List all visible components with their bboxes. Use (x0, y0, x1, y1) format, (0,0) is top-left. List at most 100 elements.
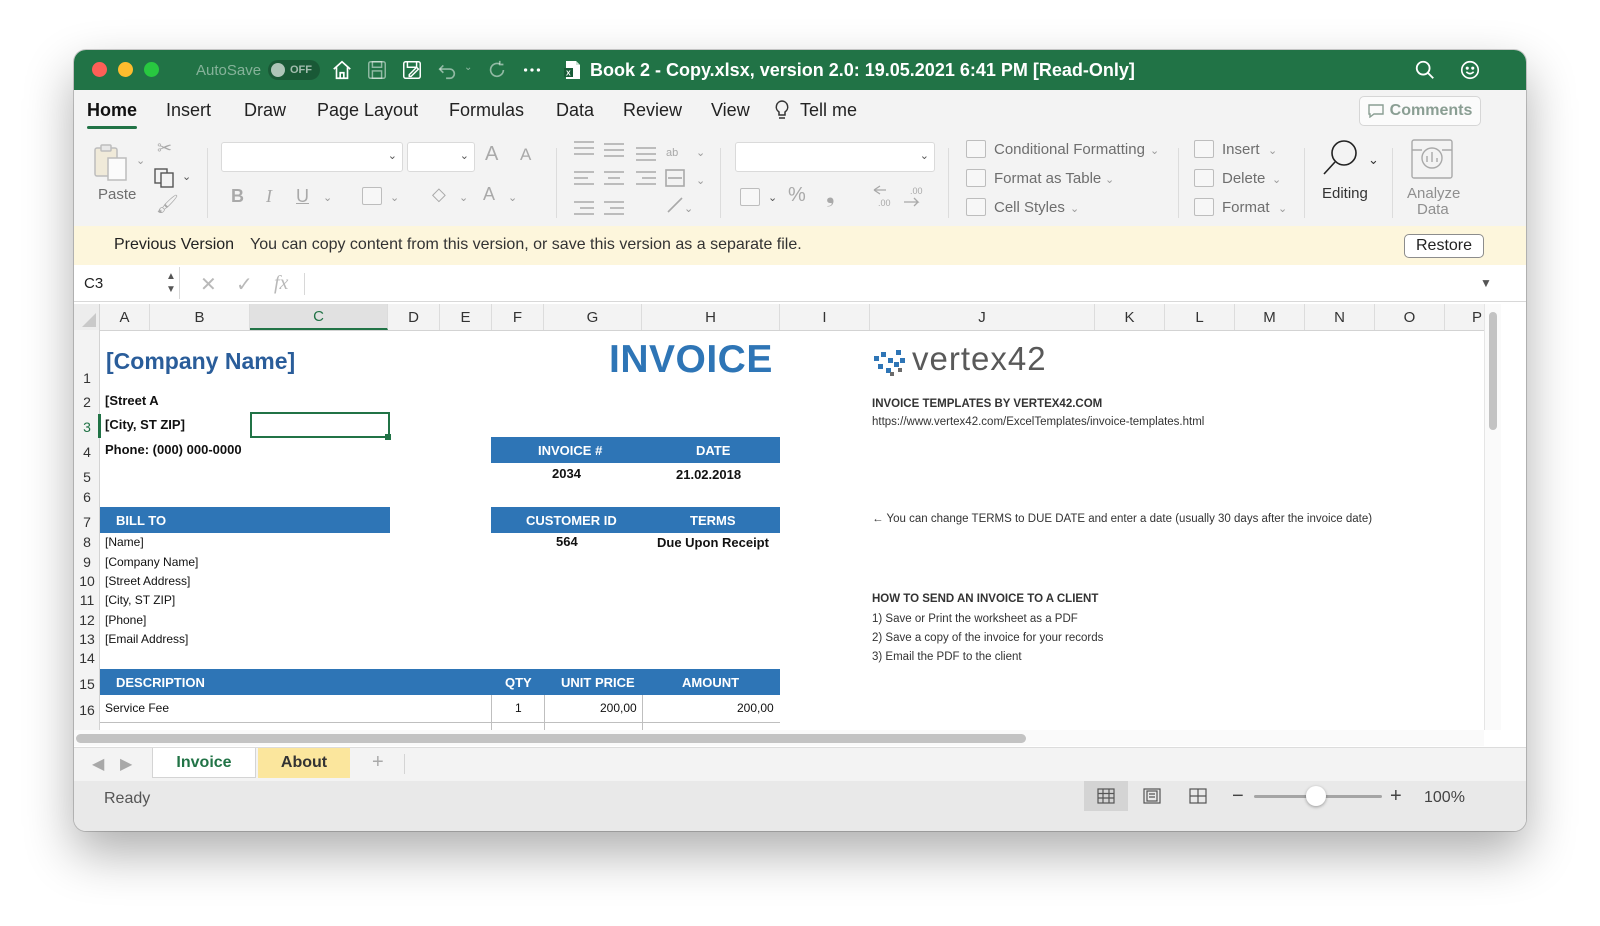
save-as-icon[interactable] (400, 58, 424, 82)
number-format-dropdown[interactable]: ⌄ (735, 142, 935, 172)
add-sheet-icon[interactable]: + (372, 751, 384, 774)
format-as-table-dropdown-icon[interactable]: ⌄ (1105, 173, 1114, 186)
vertical-scroll-thumb[interactable] (1489, 312, 1497, 430)
delete-cells-dropdown-icon[interactable]: ⌄ (1272, 173, 1281, 186)
bill-city-cell[interactable]: [City, ST ZIP] (105, 593, 175, 607)
conditional-formatting-button[interactable]: Conditional Formatting (994, 141, 1145, 158)
sheet-tab-about[interactable]: About (258, 748, 350, 778)
howto-heading-cell[interactable]: HOW TO SEND AN INVOICE TO A CLIENT (872, 593, 1098, 605)
restore-button[interactable]: Restore (1404, 234, 1484, 258)
zoom-in-button[interactable]: + (1390, 785, 1402, 808)
fill-color-icon[interactable]: ◇ (432, 184, 446, 205)
format-painter-icon[interactable]: 🖌 (156, 194, 179, 215)
column-header-i[interactable]: I (780, 304, 870, 330)
bill-street-cell[interactable]: [Street Address] (105, 574, 190, 588)
name-box[interactable]: C3 ▲ ▼ (74, 267, 180, 299)
save-icon[interactable] (365, 58, 389, 82)
page-break-view-button[interactable] (1176, 781, 1220, 811)
paste-dropdown-icon[interactable]: ⌄ (136, 154, 145, 167)
undo-icon[interactable] (435, 58, 459, 82)
worksheet-grid[interactable]: A B C D E F G H I J K L M N O P 1 2 3 4 … (74, 304, 1484, 730)
increase-decrease-decimal-icons[interactable]: .00 .00 (872, 184, 932, 208)
invoice-number-cell[interactable]: 2034 (552, 466, 581, 481)
bold-button[interactable]: B (231, 186, 244, 207)
qty-label[interactable]: QTY (505, 675, 532, 690)
amount-label[interactable]: AMOUNT (682, 675, 739, 690)
zoom-out-button[interactable]: − (1232, 785, 1244, 808)
terms-cell[interactable]: Due Upon Receipt (657, 535, 769, 550)
cell-styles-button[interactable]: Cell Styles (994, 199, 1065, 216)
column-header-f[interactable]: F (492, 304, 544, 330)
tab-home[interactable]: Home (87, 100, 137, 121)
normal-view-button[interactable] (1084, 781, 1128, 811)
next-sheet-icon[interactable]: ▶ (120, 754, 132, 774)
italic-button[interactable]: I (266, 186, 272, 207)
templates-heading-cell[interactable]: INVOICE TEMPLATES BY VERTEX42.COM (872, 398, 1102, 410)
sheet-tab-invoice[interactable]: Invoice (152, 748, 256, 778)
date-label[interactable]: DATE (696, 443, 730, 458)
horizontal-scrollbar[interactable] (74, 730, 1484, 746)
more-icon[interactable] (520, 58, 544, 82)
city-cell[interactable]: [City, ST ZIP] (105, 417, 185, 432)
redo-icon[interactable] (485, 58, 509, 82)
column-header-k[interactable]: K (1095, 304, 1165, 330)
select-all-button[interactable] (74, 304, 100, 330)
page-layout-view-button[interactable] (1130, 781, 1174, 811)
zoom-slider-knob[interactable] (1306, 786, 1326, 806)
fill-color-dropdown-icon[interactable]: ⌄ (459, 191, 468, 204)
tab-draw[interactable]: Draw (244, 100, 286, 121)
tab-review[interactable]: Review (623, 100, 682, 121)
howto-step-1-cell[interactable]: 1) Save or Print the worksheet as a PDF (872, 613, 1078, 625)
column-header-n[interactable]: N (1305, 304, 1375, 330)
insert-cells-button[interactable]: Insert (1222, 141, 1260, 158)
orientation-dropdown-icon[interactable]: ⌄ (684, 202, 693, 215)
item-amount-cell[interactable]: 200,00 (737, 701, 774, 715)
row-header-8[interactable]: 8 (74, 534, 100, 550)
close-window-button[interactable] (92, 62, 107, 77)
row-header-2[interactable]: 2 (74, 394, 100, 410)
row-header-11[interactable]: 11 (74, 592, 100, 608)
row-header-7[interactable]: 7 (74, 514, 100, 530)
previous-sheet-icon[interactable]: ◀ (92, 754, 104, 774)
format-cells-dropdown-icon[interactable]: ⌄ (1278, 202, 1287, 215)
insert-function-icon[interactable]: fx (274, 272, 288, 295)
percent-style-button[interactable]: % (788, 184, 806, 207)
howto-step-2-cell[interactable]: 2) Save a copy of the invoice for your r… (872, 632, 1103, 644)
accounting-format-icon[interactable] (740, 188, 760, 206)
item-unit-price-cell[interactable]: 200,00 (600, 701, 637, 715)
column-header-g[interactable]: G (544, 304, 642, 330)
column-header-b[interactable]: B (150, 304, 250, 330)
tab-insert[interactable]: Insert (166, 100, 211, 121)
cancel-entry-icon[interactable]: ✕ (200, 272, 217, 297)
tab-formulas[interactable]: Formulas (449, 100, 524, 121)
undo-dropdown-icon[interactable]: ⌄ (464, 62, 472, 73)
customer-id-label[interactable]: CUSTOMER ID (526, 513, 617, 528)
bill-phone-cell[interactable]: [Phone] (105, 613, 146, 627)
tab-data[interactable]: Data (556, 100, 594, 121)
customer-id-cell[interactable]: 564 (556, 534, 578, 549)
format-as-table-button[interactable]: Format as Table (994, 170, 1101, 187)
row-header-16[interactable]: 16 (74, 702, 100, 718)
description-label[interactable]: DESCRIPTION (116, 675, 205, 690)
search-icon[interactable] (1413, 58, 1437, 82)
cut-icon[interactable]: ✂ (157, 138, 172, 159)
column-header-m[interactable]: M (1235, 304, 1305, 330)
tab-view[interactable]: View (711, 100, 750, 121)
row-header-12[interactable]: 12 (74, 612, 100, 628)
templates-url-cell[interactable]: https://www.vertex42.com/ExcelTemplates/… (872, 416, 1204, 428)
copy-icon[interactable] (154, 168, 176, 188)
column-header-h[interactable]: H (642, 304, 780, 330)
cell-styles-dropdown-icon[interactable]: ⌄ (1070, 202, 1079, 215)
company-name-cell[interactable]: [Company Name] (106, 348, 295, 375)
column-header-j[interactable]: J (870, 304, 1095, 330)
row-header-14[interactable]: 14 (74, 650, 100, 666)
font-color-dropdown-icon[interactable]: ⌄ (508, 191, 517, 204)
comments-button[interactable]: Comments (1359, 96, 1481, 126)
font-family-dropdown[interactable]: ⌄ (221, 142, 403, 172)
font-size-dropdown[interactable]: ⌄ (407, 142, 475, 172)
active-cell-c3[interactable] (250, 412, 390, 438)
terms-label[interactable]: TERMS (690, 513, 736, 528)
column-header-c[interactable]: C (250, 304, 388, 330)
underline-dropdown-icon[interactable]: ⌄ (323, 191, 332, 204)
column-header-d[interactable]: D (388, 304, 440, 330)
